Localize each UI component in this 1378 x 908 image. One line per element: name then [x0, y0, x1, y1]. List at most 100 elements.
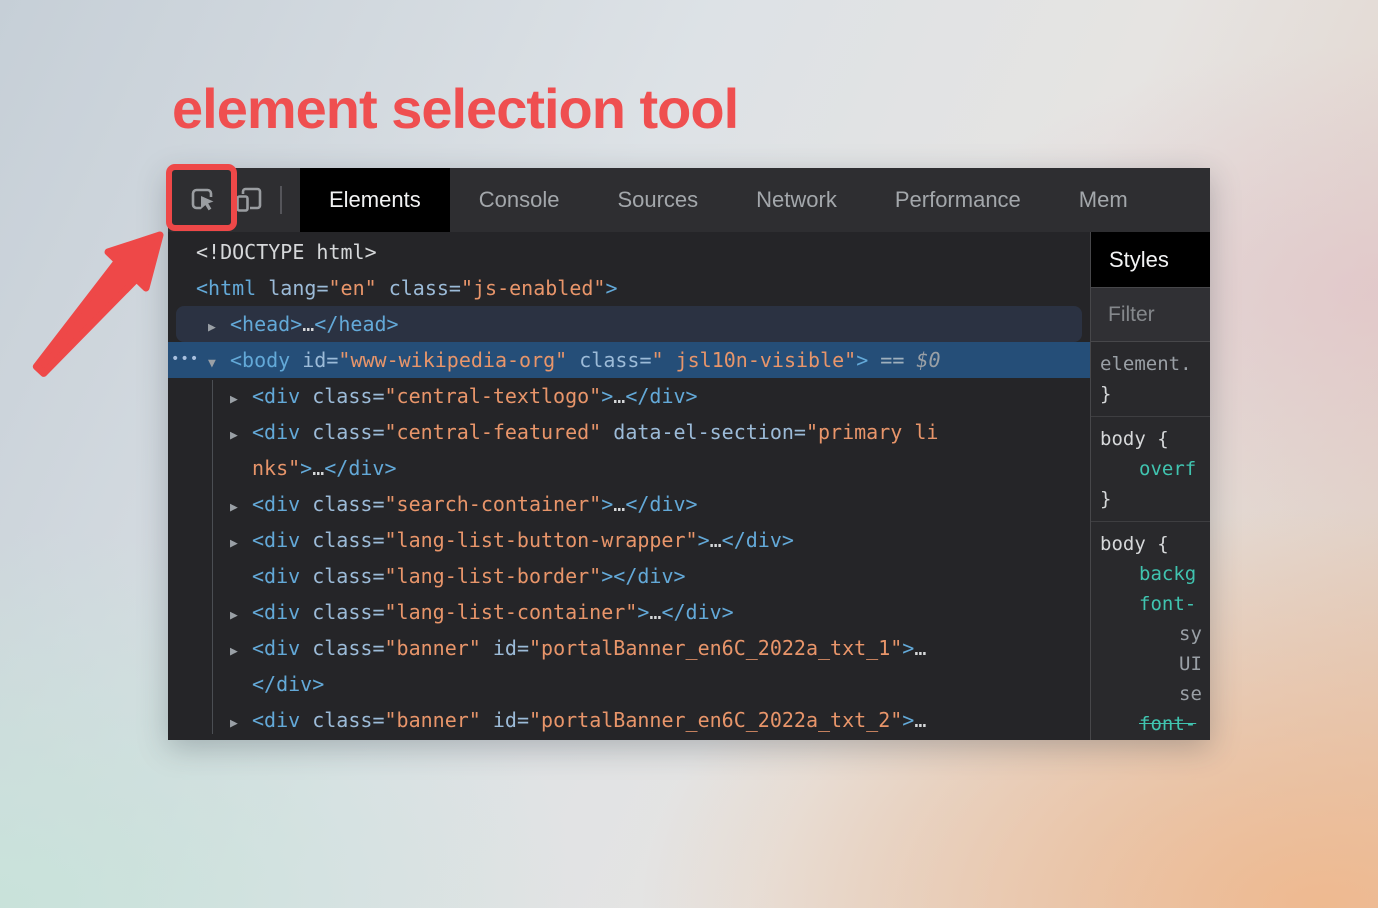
tab-network[interactable]: Network — [727, 168, 866, 232]
code-token: … — [914, 708, 926, 732]
code-token: > — [902, 636, 914, 660]
code-token: <body — [230, 348, 290, 372]
annotation-arrow — [18, 222, 178, 392]
code-token: </head> — [314, 312, 398, 336]
code-token — [300, 528, 312, 552]
code-token: … — [613, 384, 625, 408]
expand-arrow-icon[interactable]: ▶ — [230, 418, 252, 454]
code-token: nks" — [252, 456, 300, 480]
dom-row[interactable]: <html lang="en" class="js-enabled"> — [168, 270, 1090, 306]
devtools-window: ElementsConsoleSourcesNetworkPerformance… — [168, 168, 1210, 740]
expand-arrow-icon[interactable]: ▶ — [230, 526, 252, 562]
code-token: ></div> — [601, 564, 685, 588]
dom-row[interactable]: •••▼<body id="www-wikipedia-org" class="… — [168, 342, 1090, 378]
code-token: "portalBanner_en6C_2022a_txt_2" — [529, 708, 902, 732]
dom-row[interactable]: <div class="lang-list-border"></div> — [168, 558, 1090, 594]
code-token: = — [372, 564, 384, 588]
code-token — [377, 276, 389, 300]
style-line: overf — [1091, 454, 1210, 484]
dom-row[interactable]: ▶<div class="banner" id="portalBanner_en… — [168, 630, 1090, 666]
code-token — [290, 348, 302, 372]
code-token: lang — [268, 276, 316, 300]
code-token: = — [372, 420, 384, 444]
style-rule: body {backgfont-syUIsefont- — [1091, 522, 1210, 740]
code-token: class — [312, 384, 372, 408]
annotation-highlight-box — [166, 164, 237, 231]
code-token: = — [372, 600, 384, 624]
expand-arrow-icon[interactable]: ▶ — [230, 490, 252, 526]
code-token: </div> — [625, 384, 697, 408]
code-token: "central-textlogo" — [384, 384, 601, 408]
tab-elements[interactable]: Elements — [300, 168, 450, 232]
code-token — [481, 708, 493, 732]
code-token: class — [579, 348, 639, 372]
code-token: = — [639, 348, 651, 372]
code-token: <div — [252, 636, 300, 660]
code-token — [300, 708, 312, 732]
code-token: "banner" — [384, 636, 480, 660]
code-token: class — [312, 528, 372, 552]
dom-row[interactable]: ▶<div class="banner" id="portalBanner_en… — [168, 702, 1090, 738]
code-token: class — [389, 276, 449, 300]
dom-row[interactable]: ▶<head>…</head> — [176, 306, 1082, 342]
dom-tree-panel: <!DOCTYPE html><html lang="en" class="js… — [168, 232, 1090, 740]
dom-row[interactable]: <!DOCTYPE html> — [168, 234, 1090, 270]
code-token: > — [698, 528, 710, 552]
code-token: "central-featured" — [384, 420, 601, 444]
collapse-arrow-icon[interactable]: ▼ — [208, 346, 230, 382]
code-token: id — [493, 708, 517, 732]
code-token: … — [302, 312, 314, 336]
dom-row[interactable]: ▶<div class="lang-list-button-wrapper">…… — [168, 522, 1090, 558]
styles-filter-input[interactable]: Filter — [1091, 288, 1210, 342]
code-token: > — [637, 600, 649, 624]
expand-arrow-icon[interactable]: ▶ — [230, 706, 252, 740]
code-token: "js-enabled" — [461, 276, 606, 300]
style-line: } — [1091, 484, 1210, 514]
expand-arrow-icon[interactable]: ▶ — [230, 634, 252, 670]
code-token: = — [316, 276, 328, 300]
code-token: </div> — [722, 528, 794, 552]
expand-arrow-icon[interactable]: ▶ — [208, 310, 230, 346]
code-token: id — [493, 636, 517, 660]
code-token: <div — [252, 564, 300, 588]
style-line: } — [1091, 379, 1210, 409]
dom-row[interactable]: nks">…</div> — [168, 450, 1090, 486]
tab-styles[interactable]: Styles — [1091, 232, 1210, 288]
tab-mem[interactable]: Mem — [1050, 168, 1157, 232]
dom-row[interactable]: ▶<div class="lang-list-container">…</div… — [168, 594, 1090, 630]
dom-row[interactable]: ▶<div class="central-featured" data-el-s… — [168, 414, 1090, 450]
code-token — [300, 564, 312, 588]
code-token: id — [302, 348, 326, 372]
tab-console[interactable]: Console — [450, 168, 589, 232]
code-token: "banner" — [384, 708, 480, 732]
code-token: " jsl10n-visible" — [652, 348, 857, 372]
code-token — [300, 384, 312, 408]
code-token: "lang-list-button-wrapper" — [384, 528, 697, 552]
code-token: = — [517, 636, 529, 660]
code-token: … — [649, 600, 661, 624]
style-rule: element.} — [1091, 342, 1210, 417]
code-token: = — [372, 384, 384, 408]
code-token: <div — [252, 600, 300, 624]
tab-sources[interactable]: Sources — [588, 168, 727, 232]
code-token: <div — [252, 492, 300, 516]
dom-row[interactable]: ▶<div class="central-textlogo">…</div> — [168, 378, 1090, 414]
code-token: = — [372, 708, 384, 732]
expand-arrow-icon[interactable]: ▶ — [230, 598, 252, 634]
code-token: "lang-list-container" — [384, 600, 637, 624]
code-token: "lang-list-border" — [384, 564, 601, 588]
annotation-title: element selection tool — [172, 76, 738, 141]
toolbar-separator — [280, 186, 282, 214]
expand-arrow-icon[interactable]: ▶ — [230, 382, 252, 418]
tab-performance[interactable]: Performance — [866, 168, 1050, 232]
code-token: </div> — [324, 456, 396, 480]
dom-row[interactable]: </div> — [168, 666, 1090, 702]
code-token: "www-wikipedia-org" — [338, 348, 567, 372]
dom-row[interactable]: ▶<div class="search-container">…</div> — [168, 486, 1090, 522]
code-token: class — [312, 492, 372, 516]
code-token: "en" — [328, 276, 376, 300]
code-token: = — [372, 528, 384, 552]
code-token: $0 — [916, 348, 940, 372]
code-token: data-el-section — [613, 420, 794, 444]
code-token: … — [710, 528, 722, 552]
